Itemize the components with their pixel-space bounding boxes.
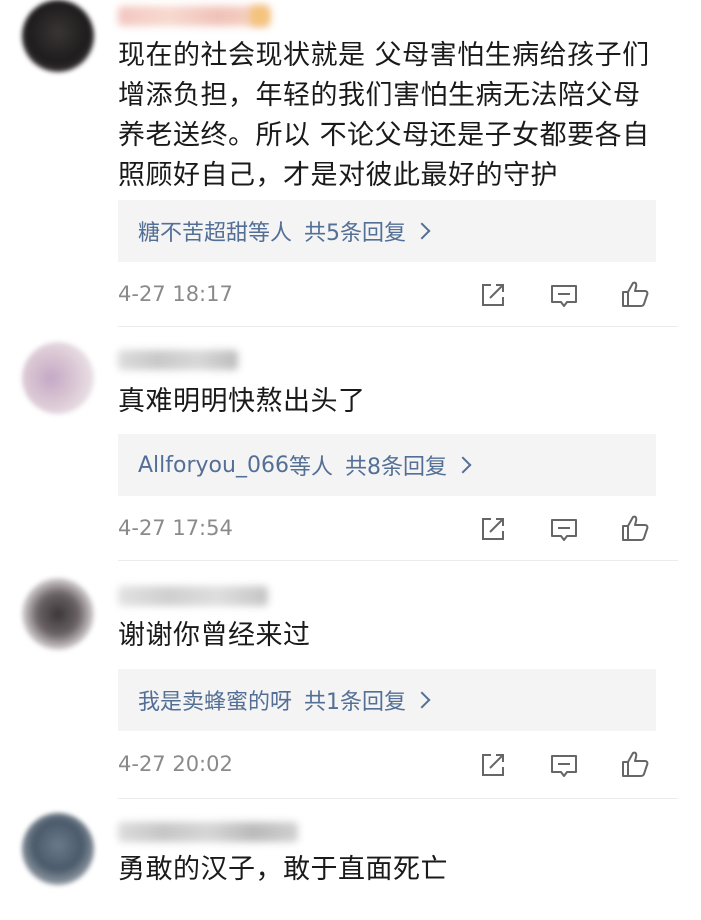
share-icon[interactable] [478, 280, 508, 310]
divider [118, 560, 678, 561]
reply-names[interactable]: Allforyou_066 [138, 453, 289, 478]
thumbs-up-icon[interactable] [620, 749, 650, 779]
reply-names[interactable]: 糖不苦超甜 [138, 215, 248, 247]
comment-list: 现在的社会现状就是 父母害怕生病给孩子们增添负担，年轻的我们害怕生病无法陪父母养… [0, 0, 701, 920]
username-blurred[interactable] [118, 822, 298, 842]
badge-blurred [250, 6, 270, 26]
comment-time: 4-27 17:54 [118, 516, 233, 540]
avatar[interactable] [22, 578, 94, 650]
divider [118, 798, 678, 799]
reply-suffix: 等人 [248, 221, 293, 246]
reply-summary[interactable]: 我是卖蜂蜜的呀 共1条回复 [118, 669, 656, 731]
username-blurred[interactable] [118, 6, 268, 26]
comment-text: 谢谢你曾经来过 [118, 620, 311, 651]
comment-time: 4-27 18:17 [118, 282, 233, 306]
reply-suffix: 等人 [288, 455, 333, 480]
chevron-right-icon [413, 222, 431, 240]
username-blurred[interactable] [118, 350, 238, 370]
share-icon[interactable] [478, 750, 508, 780]
share-icon[interactable] [478, 514, 508, 544]
reply-names[interactable]: 我是卖蜂蜜的呀 [138, 684, 292, 716]
chevron-right-icon [454, 456, 472, 474]
comment-icon[interactable] [549, 281, 579, 311]
chevron-right-icon [413, 691, 431, 709]
avatar[interactable] [22, 813, 94, 885]
comment-time: 4-27 20:02 [118, 752, 233, 776]
reply-count[interactable]: 共5条回复 [304, 215, 406, 247]
reply-summary[interactable]: 糖不苦超甜 等人 共5条回复 [118, 200, 656, 262]
avatar[interactable] [22, 0, 94, 72]
comment-text: 真难明明快熬出头了 [118, 386, 366, 417]
avatar[interactable] [22, 342, 94, 414]
thumbs-up-icon[interactable] [620, 513, 650, 543]
comment-icon[interactable] [549, 751, 579, 781]
comment-text: 勇敢的汉子，敢于直面死亡 [118, 854, 448, 885]
comment-icon[interactable] [549, 515, 579, 545]
comment-text: 现在的社会现状就是 父母害怕生病给孩子们增添负担，年轻的我们害怕生病无法陪父母养… [118, 40, 650, 191]
reply-count[interactable]: 共8条回复 [345, 449, 447, 481]
username-blurred[interactable] [118, 586, 268, 606]
reply-summary[interactable]: Allforyou_066 等人 共8条回复 [118, 434, 656, 496]
thumbs-up-icon[interactable] [620, 279, 650, 309]
reply-count[interactable]: 共1条回复 [304, 684, 406, 716]
divider [118, 326, 678, 327]
